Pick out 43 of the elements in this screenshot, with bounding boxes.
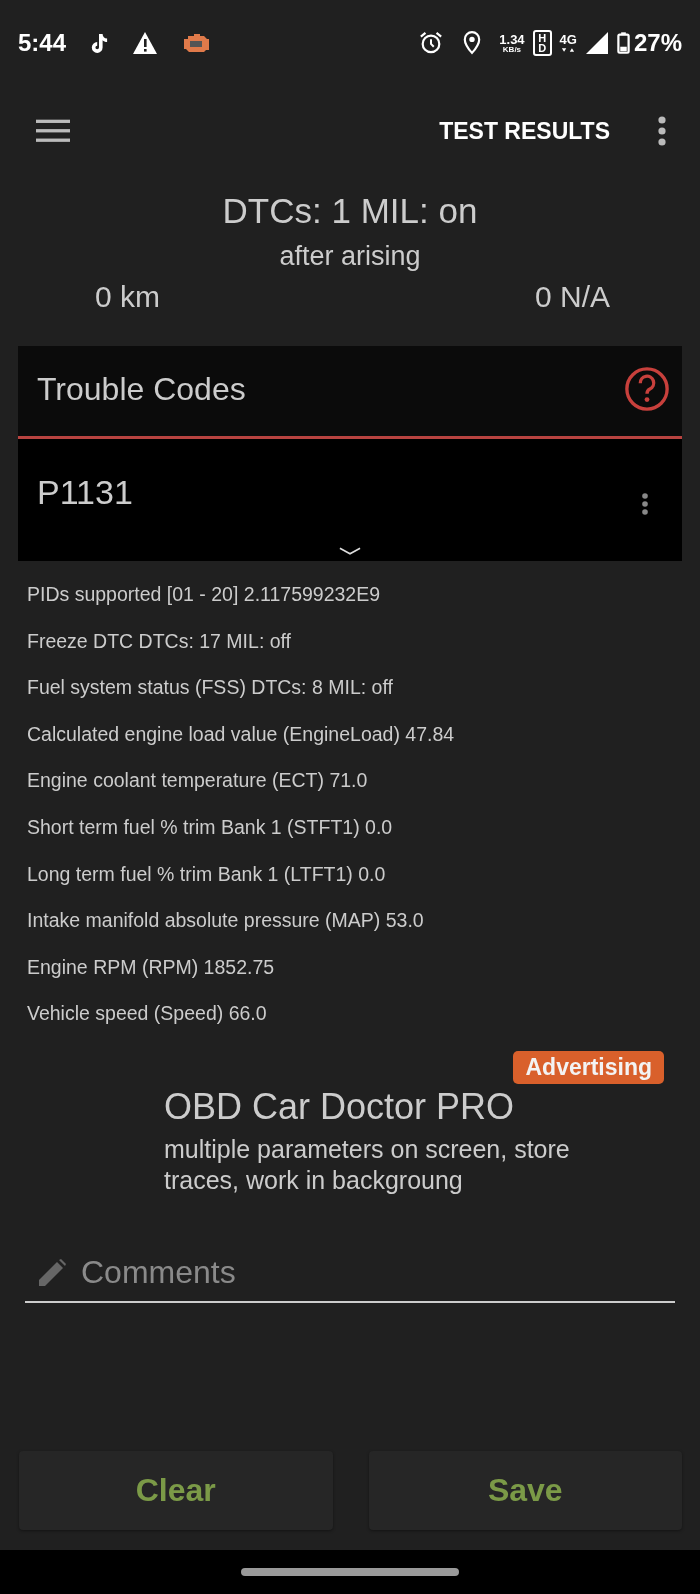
more-options-icon xyxy=(642,493,648,515)
engine-icon xyxy=(182,32,211,54)
signal-icon xyxy=(584,31,609,55)
parameter-reading: Freeze DTC DTCs: 17 MIL: off xyxy=(27,629,293,653)
clear-button[interactable]: Clear xyxy=(19,1451,333,1530)
comments-field[interactable]: Comments xyxy=(81,1254,675,1292)
save-button[interactable]: Save xyxy=(368,1451,682,1530)
ad-description: multiple parameters on screen, store traces, work in backgroung xyxy=(164,1134,571,1197)
battery-level: 27% xyxy=(633,29,682,57)
chevron-down-icon[interactable] xyxy=(339,547,361,555)
distance-value: 0 km xyxy=(95,280,160,314)
trouble-code: P1131 xyxy=(37,472,133,512)
location-pin-icon xyxy=(463,31,482,55)
data-arrows-icon xyxy=(561,47,576,53)
network-speed: 1.34 xyxy=(499,32,525,46)
help-icon[interactable] xyxy=(624,366,670,412)
parameter-reading: Long term fuel % trim Bank 1 (LTFT1) 0.0 xyxy=(27,862,387,886)
network-type: 4G xyxy=(559,33,577,46)
ad-title[interactable]: OBD Car Doctor PRO xyxy=(164,1086,640,1129)
pencil-icon xyxy=(37,1257,67,1288)
speed-unit: KB/s xyxy=(502,45,522,54)
dtc-summary: DTCs: 1 MIL: on xyxy=(222,191,478,231)
card-title: Trouble Codes xyxy=(37,370,246,408)
warning-icon xyxy=(132,31,159,55)
summary-subtitle: after arising xyxy=(279,241,421,272)
parameter-reading: Engine coolant temperature (ECT) 71.0 xyxy=(27,769,369,793)
menu-icon xyxy=(36,118,70,144)
alarm-clock-icon xyxy=(419,31,444,55)
battery-icon xyxy=(616,31,630,55)
parameter-reading: Fuel system status (FSS) DTCs: 8 MIL: off xyxy=(27,676,394,700)
test-results-button[interactable]: TEST RESULTS xyxy=(435,113,614,149)
parameter-reading: Vehicle speed (Speed) 66.0 xyxy=(27,1002,268,1026)
parameter-reading: Calculated engine load value (EngineLoad) 47.84 xyxy=(27,722,456,746)
parameter-reading: Intake manifold absolute pressure (MAP) 53.0 xyxy=(27,909,425,933)
parameter-reading: PIDs supported [01 - 20] 2.117599232E9 xyxy=(27,583,382,606)
status-time: 5:44 xyxy=(18,29,67,57)
more-options-icon xyxy=(658,116,666,146)
summary-value: 0 N/A xyxy=(534,280,610,314)
advertising-badge: Advertising xyxy=(513,1051,664,1085)
hd-badge: HD xyxy=(532,29,552,57)
parameter-reading: Engine RPM (RPM) 1852.75 xyxy=(27,955,276,979)
music-note-icon xyxy=(90,33,109,53)
parameter-reading: Short term fuel % trim Bank 1 (STFT1) 0.0 xyxy=(27,815,394,839)
